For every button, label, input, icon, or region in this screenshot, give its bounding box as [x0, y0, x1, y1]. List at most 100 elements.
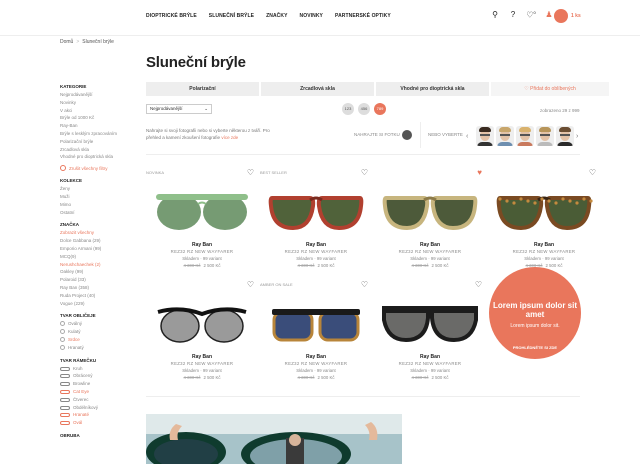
promo-circle[interactable]: Lorem ipsum dolor sit amet Lorem ipsum d… [489, 267, 581, 359]
filter-option[interactable]: Hranatý [60, 344, 130, 352]
view-option-active[interactable]: 789 [374, 103, 386, 115]
nav-partnerske[interactable]: PARTNERSKÉ OPTIKY [335, 13, 391, 19]
filter-option[interactable]: Zrcadlová skla [60, 146, 130, 154]
filter-option[interactable]: Polarizační brýle [60, 138, 130, 146]
sort-select[interactable]: Nejprodávanější ⌄ [146, 104, 212, 114]
filter-option[interactable]: Muži [60, 193, 130, 201]
filter-option[interactable]: Cat Eye [60, 388, 130, 396]
current-price: 2 500 Kč [431, 263, 449, 268]
nav-dioptricke[interactable]: DIOPTRICKÉ BRÝLE [146, 13, 197, 19]
filter-option[interactable]: Oakley (99) [60, 268, 130, 276]
filter-option[interactable]: Novinky [60, 99, 130, 107]
current-price: 2 500 Kč [203, 375, 221, 380]
filter-option-label: Zobrazit všechny [60, 230, 95, 236]
view-option[interactable]: 123 [342, 103, 354, 115]
nav-novinky[interactable]: NOVINKY [300, 13, 323, 19]
cart-count[interactable]: 1 ks [571, 13, 581, 19]
tab-dioptricka[interactable]: Vhodné pro dioptrická skla [376, 82, 489, 96]
product-card[interactable]: NOVINKA ♡ Ray Ban REZ32 RZ NEW WAYFARER Skla… [146, 168, 258, 278]
wishlist-heart-icon[interactable]: ♡ [247, 280, 254, 289]
filter-option[interactable]: Browline [60, 380, 130, 388]
filter-option[interactable]: Mimo [60, 201, 130, 209]
face-shirt [537, 142, 553, 146]
filter-option[interactable]: Ruda Project (40) [60, 292, 130, 300]
filter-heading-obruba: Obruba [60, 432, 80, 438]
filter-option[interactable]: Brýle s lesklým zpracováním [60, 130, 130, 138]
tab-oblibene[interactable]: ♡ Přidat do oblíbených [491, 82, 609, 96]
nav-slunecni[interactable]: SLUNEČNÍ BRÝLE [209, 13, 254, 19]
filter-option[interactable]: Vhodné pro dioptrická skla [60, 153, 130, 161]
filter-option[interactable]: Kruh [60, 365, 130, 373]
filter-option[interactable]: Oválný [60, 320, 130, 328]
face-avatar[interactable] [536, 126, 554, 146]
product-card[interactable]: BEST SELLER ♡ Ray Ban REZ32 RZ NEW WAYFARER… [260, 168, 372, 278]
filter-option[interactable]: Hranaté [60, 411, 130, 419]
wishlist-heart-icon[interactable]: ♡ [475, 280, 482, 289]
product-card[interactable]: AMBER ON SALE ♡ Ray Ban REZ32 RZ NEW WAYFAR… [260, 280, 372, 390]
face-avatar[interactable] [476, 126, 494, 146]
filter-option[interactable]: Emporio Armani (99) [60, 245, 130, 253]
filter-option[interactable]: Obdélníkový [60, 404, 130, 412]
product-card[interactable]: ♡ Ray Ban REZ32 RZ NEW WAYFARER Skladem · 9… [488, 168, 600, 278]
filter-option[interactable]: Ray Ban (358) [60, 284, 130, 292]
wishlist-heart-icon[interactable]: ♡ [361, 168, 368, 177]
chevron-left-icon[interactable]: ‹ [466, 133, 474, 140]
hint-link[interactable]: více zde [221, 135, 238, 140]
filter-option[interactable]: Nejprodávanější [60, 91, 130, 99]
wishlist-heart-icon[interactable]: ♥ [477, 168, 482, 177]
filter-option[interactable]: Srdce [60, 336, 130, 344]
product-card[interactable]: ♡ Ray Ban REZ32 RZ NEW WAYFARER Skladem · 9… [146, 280, 258, 390]
help-icon[interactable]: ? [508, 10, 518, 19]
filter-option[interactable]: Ovál [60, 419, 130, 427]
filter-option[interactable]: Kulatý [60, 328, 130, 336]
face-avatar[interactable] [516, 126, 534, 146]
view-option[interactable]: 456 [358, 103, 370, 115]
filter-option[interactable]: Čtverec [60, 396, 130, 404]
product-price: 4 300 Kč 2 500 Kč [260, 263, 372, 268]
tab-polarizacni[interactable]: Polarizační [146, 82, 259, 96]
face-avatar[interactable] [496, 126, 514, 146]
product-card[interactable]: ♥ Ray Ban REZ32 RZ NEW WAYFARER Skladem · 9… [374, 168, 486, 278]
filter-option-label: Polaroid (33) [60, 277, 86, 283]
filter-option[interactable]: Ostatní [60, 209, 130, 217]
wishlist-count: 0 [533, 10, 536, 15]
filter-option[interactable]: Obrácený [60, 372, 130, 380]
product-variants: Skladem · 99 variant [524, 256, 564, 261]
wishlist-heart-icon[interactable]: ♡ [589, 168, 596, 177]
promo-cta[interactable]: PROHLÉDNĚTE SI ZDE [489, 345, 581, 350]
upload-photo-button[interactable] [402, 130, 412, 140]
main-nav: DIOPTRICKÉ BRÝLE SLUNEČNÍ BRÝLE ZNAČKY N… [146, 13, 391, 19]
filter-option[interactable]: Ray-Ban [60, 122, 130, 130]
nav-znacky[interactable]: ZNAČKY [266, 13, 287, 19]
filter-option[interactable]: Dolce Gabbana (29) [60, 237, 130, 245]
search-icon[interactable]: ⚲ [490, 10, 500, 19]
breadcrumb-separator: > [76, 39, 80, 45]
filter-option[interactable]: Brýle od 1000 Kč [60, 114, 130, 122]
divider [146, 154, 580, 155]
chevron-right-icon[interactable]: › [576, 133, 584, 140]
current-price: 2 500 Kč [203, 263, 221, 268]
wishlist-heart-icon[interactable]: ♡ [361, 280, 368, 289]
filter-option[interactable]: MCQ(9) [60, 253, 130, 261]
product-card[interactable]: ♡ Ray Ban REZ32 RZ NEW WAYFARER Skladem · 9… [374, 280, 486, 390]
wishlist-heart-icon[interactable]: ♡ [247, 168, 254, 177]
filter-option[interactable]: Vogue (229) [60, 300, 130, 308]
frame-shape-icon [60, 421, 70, 426]
clear-filters-button[interactable]: Zrušit všechny filtry [60, 164, 130, 174]
filter-option[interactable]: Ženy [60, 185, 130, 193]
heart-icon[interactable]: ♡0 [526, 10, 536, 20]
filter-option[interactable]: V akci [60, 107, 130, 115]
filter-heading-kolekce: Kolekce [60, 178, 83, 184]
filter-option[interactable]: Polaroid (33) [60, 276, 130, 284]
filter-option[interactable]: Nerushchaechek (2) [60, 261, 130, 269]
cart-icon[interactable] [554, 9, 568, 23]
face-picker: ‹ › [466, 126, 584, 146]
face-glasses [540, 134, 550, 136]
user-icon[interactable]: ♟ [544, 10, 554, 19]
breadcrumb-home[interactable]: Domů [60, 39, 73, 45]
tab-zrcadlova[interactable]: Zrcadlová skla [261, 82, 374, 96]
sunglasses-image [382, 196, 478, 231]
filter-option[interactable]: Zobrazit všechny [60, 229, 130, 237]
face-avatar[interactable] [556, 126, 574, 146]
filter-option-label: Browline [73, 381, 91, 387]
